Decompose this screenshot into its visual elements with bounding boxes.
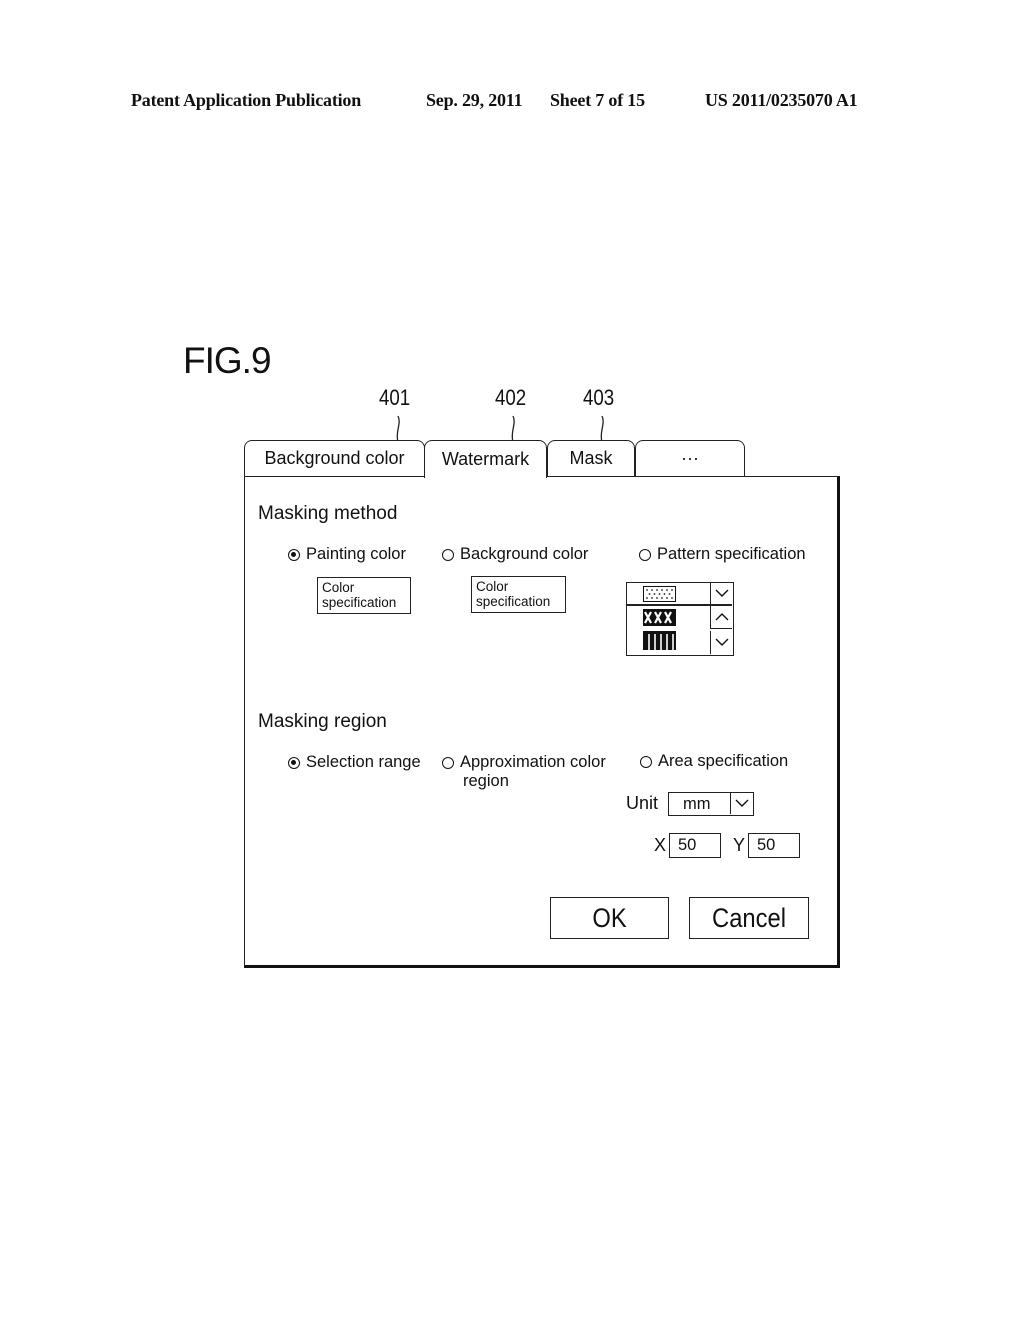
y-coordinate-input[interactable]: 50	[748, 833, 800, 858]
tab-more[interactable]: ···	[635, 440, 745, 476]
chevron-down-icon	[735, 799, 749, 807]
publication-date: Sep. 29, 2011	[426, 90, 523, 110]
x-coordinate-input[interactable]: 50	[669, 833, 721, 858]
tab-label: Background color	[264, 448, 405, 468]
ok-button[interactable]: OK	[550, 897, 669, 939]
publication-title: Patent Application Publication	[131, 90, 362, 110]
radio-unselected-icon	[640, 755, 652, 768]
pattern-scroll-down-button[interactable]	[710, 631, 732, 654]
button-label-line2: specification	[322, 595, 397, 610]
chevron-up-icon	[715, 613, 728, 621]
unit-select[interactable]: mm	[668, 792, 754, 816]
radio-label: Area specification	[658, 752, 789, 770]
radio-background-color[interactable]: Background color	[442, 545, 588, 564]
reference-numeral-402: 402	[495, 385, 527, 410]
radio-label: Pattern specification	[657, 545, 806, 563]
x-value: 50	[678, 836, 697, 854]
button-label-line1: Color	[322, 580, 355, 595]
cancel-label: Cancel	[712, 902, 786, 933]
ok-label: OK	[592, 902, 627, 933]
unit-dropdown-button[interactable]	[730, 793, 753, 814]
tab-label: Watermark	[441, 449, 530, 469]
reference-numeral-403: 403	[583, 385, 615, 410]
chevron-down-icon	[715, 638, 728, 646]
painting-color-specification-button[interactable]: Color specification	[317, 577, 411, 614]
radio-selection-range[interactable]: Selection range	[288, 753, 421, 772]
unit-value: mm	[683, 794, 711, 813]
y-value: 50	[757, 836, 776, 854]
pattern-dropdown-button[interactable]	[710, 583, 732, 604]
button-label-line2: specification	[476, 594, 551, 609]
radio-label: Selection range	[306, 753, 421, 771]
radio-area-specification[interactable]: Area specification	[640, 752, 788, 771]
radio-unselected-icon	[639, 548, 651, 561]
patent-number: US 2011/0235070 A1	[705, 90, 858, 110]
more-icon: ···	[681, 448, 699, 468]
radio-selected-icon	[288, 756, 300, 769]
radio-label: Painting color	[306, 545, 406, 563]
cancel-button[interactable]: Cancel	[689, 897, 809, 939]
radio-label: Background color	[460, 545, 589, 563]
tab-background-color[interactable]: Background color	[244, 440, 425, 476]
tab-watermark[interactable]: Watermark	[424, 440, 547, 478]
radio-label: Approximation color	[460, 753, 606, 771]
radio-approximation-color-region[interactable]: Approximation color	[442, 753, 606, 772]
reference-numeral-401: 401	[379, 385, 411, 410]
radio-pattern-specification[interactable]: Pattern specification	[639, 545, 806, 564]
pattern-scroll-up-button[interactable]	[710, 605, 732, 629]
radio-unselected-icon	[442, 548, 454, 561]
cross-hatch-pattern-icon	[643, 609, 676, 626]
radio-painting-color[interactable]: Painting color	[288, 545, 406, 564]
tab-label: Mask	[569, 448, 613, 468]
figure-label: FIG.9	[183, 340, 272, 381]
vertical-stripe-pattern-icon	[643, 631, 676, 650]
dotted-pattern-icon	[643, 586, 676, 602]
button-label-line1: Color	[476, 579, 509, 594]
radio-selected-icon	[288, 548, 300, 561]
tab-mask[interactable]: Mask	[547, 440, 635, 476]
radio-unselected-icon	[442, 756, 454, 769]
pattern-selector[interactable]	[626, 582, 734, 656]
sheet-number: Sheet 7 of 15	[550, 90, 645, 110]
background-color-specification-button[interactable]: Color specification	[471, 576, 566, 613]
chevron-down-icon	[715, 589, 728, 597]
